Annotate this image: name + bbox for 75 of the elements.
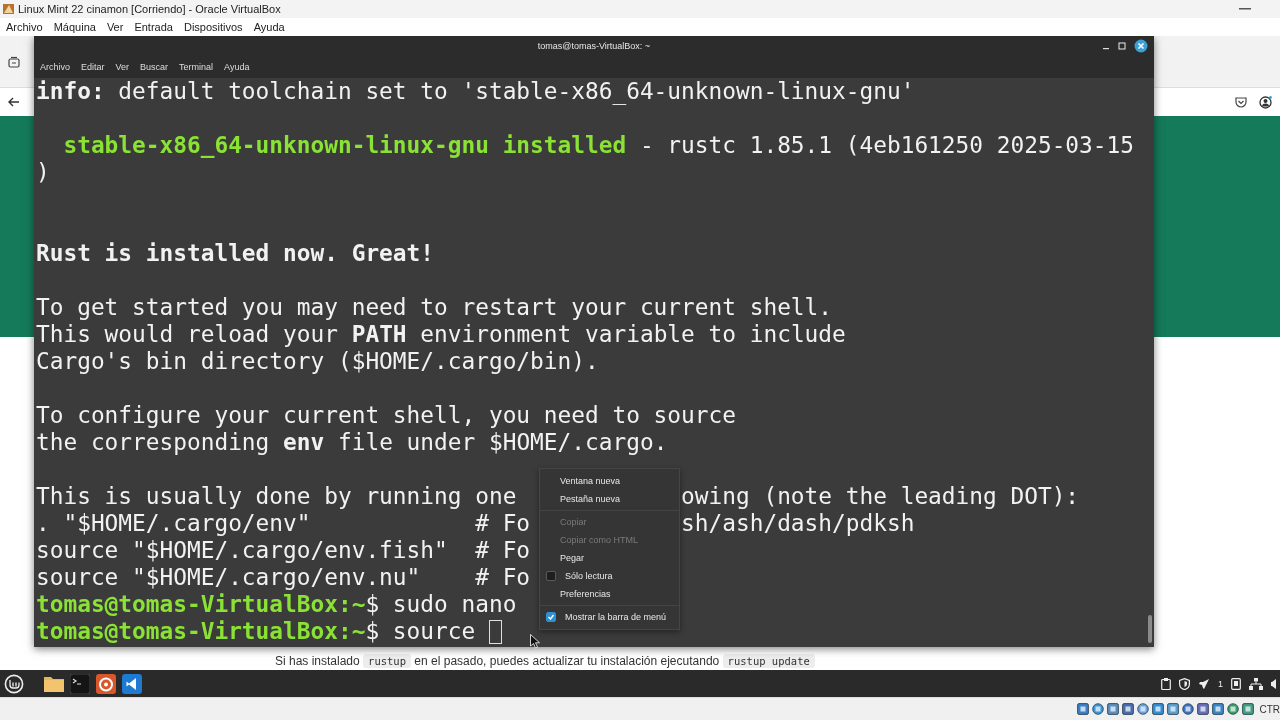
terminal-line: source "$HOME/.cargo/env.nu" # Fo [36, 564, 531, 591]
terminal-line: ) [36, 159, 50, 186]
host-key-label: CTR [1259, 703, 1280, 715]
device-status-icon[interactable] [1227, 703, 1240, 715]
terminal-line-fragment: owing (note the leading DOT): [681, 483, 1080, 510]
device-status-icon[interactable] [1077, 703, 1090, 715]
menu-item[interactable]: Archivo [6, 21, 43, 33]
page-text: Si has instalado rustup en el pasado, puedes actualizar tu instalación ejecutando rustup update [275, 653, 815, 669]
window-title: tomas@tomas-VirtualBox: ~ [537, 41, 651, 51]
menu-item[interactable]: Editar [81, 62, 105, 72]
terminal-line: source "$HOME/.cargo/env.fish" # Fo [36, 537, 531, 564]
update-count: 1 [1218, 678, 1223, 689]
scrollbar-thumb[interactable] [1148, 615, 1152, 643]
shield-icon[interactable] [1179, 677, 1190, 690]
terminal-line: Rust is installed now. Great! [36, 240, 435, 267]
terminal-line: the corresponding env file under $HOME/.cargo. [36, 429, 668, 456]
checkbox[interactable] [546, 612, 556, 622]
menu-item[interactable]: Ver [106, 21, 124, 33]
menu-item[interactable]: Máquina [53, 21, 96, 33]
terminal-line: This would reload your PATH environment variable to include [36, 321, 846, 348]
device-status-icon[interactable] [1167, 703, 1180, 715]
device-status-icon[interactable] [1212, 703, 1225, 715]
terminal-line: Cargo's bin directory ($HOME/.cargo/bin). [36, 348, 599, 375]
menu-item[interactable]: Ayuda [224, 62, 250, 72]
terminal-line-fragment: sh/ash/dash/pdksh [681, 510, 915, 537]
menu-item[interactable]: Buscar [140, 62, 169, 72]
maximize-icon[interactable] [1118, 42, 1126, 50]
device-status-icon[interactable] [1197, 703, 1210, 715]
mouse-pointer-icon [530, 634, 541, 649]
menu-item[interactable]: Entrada [134, 21, 173, 33]
menu-item[interactable]: Sólo lectura [556, 567, 613, 585]
terminal-line: To configure your current shell, you need to source [36, 402, 736, 429]
device-status-icon[interactable] [1152, 703, 1165, 715]
menu-item[interactable]: Ver [115, 62, 130, 72]
code-editor-icon[interactable] [122, 673, 142, 694]
terminal-icon[interactable] [70, 673, 90, 694]
pocket-icon[interactable] [1235, 96, 1247, 108]
app-icon [3, 3, 14, 15]
volume-icon[interactable] [1271, 678, 1276, 689]
menu-item[interactable]: Preferencias [540, 585, 679, 603]
clipboard-icon[interactable] [1161, 677, 1171, 690]
terminal-line: stable-x86_64-unknown-linux-gnu installed - rustc 1.85.1 (4eb161250 2025-03-15 [62, 132, 1134, 159]
menu-item[interactable]: Mostrar la barra de menú [556, 608, 667, 626]
menu-item[interactable]: Pestaña nueva [540, 490, 679, 508]
window-title: Linux Mint 22 cinamon [Corriendo] - Oracle VirtualBox [18, 3, 281, 15]
menu-item[interactable]: Pegar [540, 549, 679, 567]
device-status-icon[interactable] [1242, 703, 1255, 715]
menu-item[interactable]: Ventana nueva [540, 472, 679, 490]
device-status-icon[interactable] [1137, 703, 1150, 715]
close-icon[interactable] [1134, 39, 1148, 53]
terminal-line: . "$HOME/.cargo/env" # Fo [36, 510, 531, 537]
terminal-line: tomas@tomas-VirtualBox:~$ sudo nano [36, 591, 517, 618]
terminal-line: This is usually done by running one [36, 483, 517, 510]
menu-item[interactable]: Terminal [179, 62, 214, 72]
menu-logo-icon[interactable] [4, 673, 24, 694]
terminal-line: info: default toolchain set to 'stable-x86_64-unknown-linux-gnu' [36, 78, 915, 105]
folder-icon[interactable] [44, 675, 64, 692]
device-status-icon[interactable] [1182, 703, 1195, 715]
update-icon[interactable] [1198, 677, 1210, 690]
network-icon[interactable] [1249, 677, 1263, 690]
menu-item[interactable]: Ayuda [253, 21, 285, 33]
terminal-line: tomas@tomas-VirtualBox:~$ source [36, 618, 477, 645]
minimize-icon[interactable] [1239, 7, 1251, 11]
tab-list-icon[interactable] [8, 55, 20, 68]
device-status-icon[interactable] [1107, 703, 1120, 715]
device-status-icon[interactable] [1122, 703, 1135, 715]
checkbox[interactable] [546, 571, 556, 581]
menu-item[interactable]: Dispositivos [183, 21, 243, 33]
display-icon[interactable] [1231, 677, 1241, 690]
device-status-icon[interactable] [1092, 703, 1105, 715]
terminal-line: To get started you may need to restart your current shell. [36, 294, 833, 321]
browser-icon[interactable] [96, 673, 116, 694]
menu-item[interactable]: Archivo [40, 62, 70, 72]
back-icon[interactable] [8, 97, 19, 107]
account-icon[interactable] [1259, 95, 1272, 109]
